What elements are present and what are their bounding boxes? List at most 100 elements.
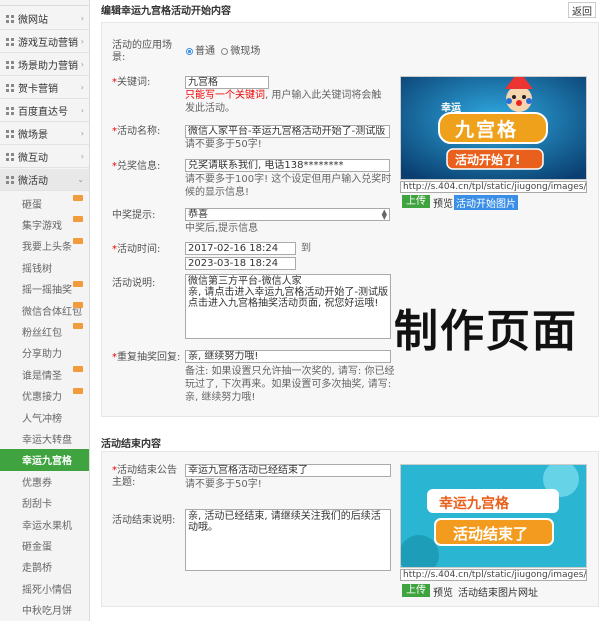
sidebar-subitem-label: 摇一摇抽奖 — [22, 285, 72, 297]
prize-hint: 中奖后,提示信息 — [185, 223, 259, 234]
sidebar-subitem[interactable]: 砸蛋 — [0, 192, 89, 214]
start-banner-image: 幸运 九宫格 活动开始了! — [400, 76, 587, 180]
sidebar-subitem-label: 谁是情圣 — [22, 370, 62, 382]
sidebar-subitem[interactable]: 幸运水果机 — [0, 513, 89, 535]
grid-icon — [6, 129, 14, 138]
sidebar-subitem[interactable]: 优惠券 — [0, 470, 89, 492]
keyword-label: *关键词: — [112, 77, 151, 88]
prize-select[interactable]: 恭喜 ▲ ▼ — [185, 208, 390, 221]
announce-input[interactable]: 幸运九宫格活动已经结束了 — [185, 464, 391, 477]
chevron-right-icon: › — [80, 60, 84, 69]
sidebar-subitem-label: 摇钱树 — [22, 263, 52, 275]
sidebar-subitem[interactable]: 微信合体红包 — [0, 299, 89, 321]
sidebar-subitem-label: 摇死小情侣 — [22, 584, 72, 596]
time-end-input[interactable]: 2023-03-18 18:24 — [185, 257, 296, 270]
sidebar-item-micro-activity[interactable]: 微活动 ⌄ — [0, 169, 89, 191]
desc-textarea[interactable]: 微信第三方平台-微信人家 亲, 请点击进入幸运九宫格活动开始了-测试版点击进入九… — [185, 274, 391, 339]
sidebar-subitem-label: 粉丝红包 — [22, 327, 62, 339]
start-upload-button[interactable]: 上传 — [402, 195, 430, 208]
repeat-input[interactable]: 亲, 继续努力哦! — [185, 350, 391, 363]
sidebar-subitem[interactable]: 粉丝红包 — [0, 320, 89, 342]
prize-label: 中奖提示: — [112, 210, 156, 221]
end-image-url-input[interactable]: http://s.404.cn/tpl/static/jiugong/image… — [400, 569, 587, 581]
sidebar-item-micro-interact[interactable]: 微互动 › — [0, 146, 89, 168]
back-button[interactable]: 返回 — [568, 2, 596, 18]
end-content-panel: *活动结束公告主题: 幸运九宫格活动已经结束了 请不要多于50字! 活动结束说明… — [101, 451, 599, 607]
sidebar-item-baidu[interactable]: 百度直达号 › — [0, 100, 89, 122]
start-preview-link[interactable]: 预览 — [433, 195, 453, 210]
sidebar-subitem[interactable]: 优惠接力 — [0, 385, 89, 407]
sidebar-item-scene-marketing[interactable]: 场景助力营销 › — [0, 54, 89, 76]
sidebar-subitem[interactable]: 摇一摇抽奖 — [0, 278, 89, 300]
end-section-title: 活动结束内容 — [101, 439, 161, 450]
end-desc-textarea[interactable]: 亲, 活动已经结束, 请继续关注我们的后续活动哦。 — [185, 509, 391, 571]
repeat-hint: 备注: 如果设置只允许抽一次奖的, 请写: 你已经玩过了, 下次再来。如果设置可… — [185, 366, 395, 403]
banner-title-text: 九宫格 — [455, 119, 519, 141]
sidebar-subitem[interactable]: 中秋吃月饼 — [0, 599, 89, 621]
new-badge-icon — [73, 237, 83, 244]
select-arrows-icon: ▲ ▼ — [381, 208, 387, 221]
end-banner-image: 幸运九宫格 活动结束了 — [400, 464, 587, 568]
sidebar-subitem[interactable]: 幸运大转盘 — [0, 427, 89, 449]
end-preview-link[interactable]: 预览 — [433, 584, 453, 599]
scene-option-normal: 普通 — [195, 46, 215, 57]
sidebar-subitem[interactable]: 人气冲榜 — [0, 406, 89, 428]
repeat-label: *重复抽奖回复: — [112, 352, 181, 363]
grid-icon — [6, 152, 14, 161]
start-image-caption: 活动开始图片 — [454, 195, 518, 210]
name-input[interactable]: 微信人家平台-幸运九宫格活动开始了-测试版 — [185, 125, 390, 138]
chevron-right-icon: › — [80, 129, 84, 138]
sidebar-item-label: 百度直达号 — [18, 107, 68, 118]
sidebar-top-edge — [0, 0, 89, 6]
sidebar-subitem[interactable]: 幸运九宫格 — [0, 448, 89, 471]
grid-icon — [6, 60, 14, 69]
sidebar-item-label: 微互动 — [18, 153, 48, 164]
sidebar: 微网站 › 游戏互动营销 › 场景助力营销 › 贺卡营销 › 百度直达号 › 微… — [0, 0, 90, 621]
sidebar-subitem-label: 人气冲榜 — [22, 413, 62, 425]
sidebar-subitem[interactable]: 分享助力 — [0, 342, 89, 364]
end-desc-label: 活动结束说明: — [112, 515, 176, 526]
keyword-input[interactable]: 九宫格 — [185, 76, 269, 89]
sidebar-subitem[interactable]: 摇死小情侣 — [0, 577, 89, 599]
banner-lucky-text: 幸运 — [441, 103, 461, 114]
time-start-input[interactable]: 2017-02-16 18:24 — [185, 242, 296, 255]
sidebar-subitem-label: 砸金蛋 — [22, 541, 52, 553]
sidebar-subitem[interactable]: 集字游戏 — [0, 213, 89, 235]
grid-icon — [6, 83, 14, 92]
sidebar-item-label: 场景助力营销 — [18, 61, 78, 72]
sidebar-item-label: 微活动 — [18, 176, 48, 187]
start-image-url-input[interactable]: http://s.404.cn/tpl/static/jiugong/image… — [400, 181, 587, 193]
scene-options: 普通 微现场 — [186, 46, 260, 58]
sidebar-subitem-label: 我要上头条 — [22, 242, 72, 254]
redeem-label: *兑奖信息: — [112, 161, 161, 172]
sidebar-item-micro-scene[interactable]: 微场景 › — [0, 123, 89, 145]
announce-hint: 请不要多于50字! — [185, 479, 262, 490]
main-content: 编辑幸运九宫格活动开始内容 返回 活动的应用场景: 普通 微现场 *关键词: 九… — [91, 0, 600, 621]
chevron-right-icon: › — [80, 106, 84, 115]
redeem-hint: 请不要多于100字! 这个设定但用户输入兑奖时候的显示信息! — [185, 174, 392, 198]
name-hint: 请不要多于50字! — [185, 139, 262, 150]
sidebar-subitem-label: 优惠接力 — [22, 392, 62, 404]
sidebar-subitem[interactable]: 砸金蛋 — [0, 534, 89, 556]
announce-label: *活动结束公告主题: — [112, 465, 177, 488]
end-upload-button[interactable]: 上传 — [402, 584, 430, 597]
new-badge-icon — [73, 323, 83, 330]
sidebar-subitem[interactable]: 刮刮卡 — [0, 492, 89, 514]
sidebar-subitem[interactable]: 走鹊桥 — [0, 556, 89, 578]
sidebar-subitem[interactable]: 摇钱树 — [0, 256, 89, 278]
sidebar-subitem[interactable]: 我要上头条 — [0, 235, 89, 257]
grid-icon — [6, 14, 14, 23]
sidebar-item-card-marketing[interactable]: 贺卡营销 › — [0, 77, 89, 99]
sidebar-subitem-label: 走鹊桥 — [22, 563, 52, 575]
sidebar-item-game-marketing[interactable]: 游戏互动营销 › — [0, 31, 89, 53]
sidebar-subitem[interactable]: 谁是情圣 — [0, 363, 89, 385]
redeem-input[interactable]: 兑奖请联系我们, 电话138******** — [185, 159, 390, 172]
radio-normal[interactable] — [186, 47, 193, 55]
sidebar-subitem-label: 中秋吃月饼 — [22, 606, 72, 618]
sidebar-item-micro-site[interactable]: 微网站 › — [0, 8, 89, 30]
new-badge-icon — [73, 216, 83, 223]
radio-live[interactable] — [221, 47, 229, 55]
sidebar-subitem-label: 砸蛋 — [22, 199, 42, 211]
time-label: *活动时间: — [112, 244, 161, 255]
keyword-hint: 只能写一个关键词, 用户输入此关键词将会触发此活动。 — [185, 90, 382, 114]
